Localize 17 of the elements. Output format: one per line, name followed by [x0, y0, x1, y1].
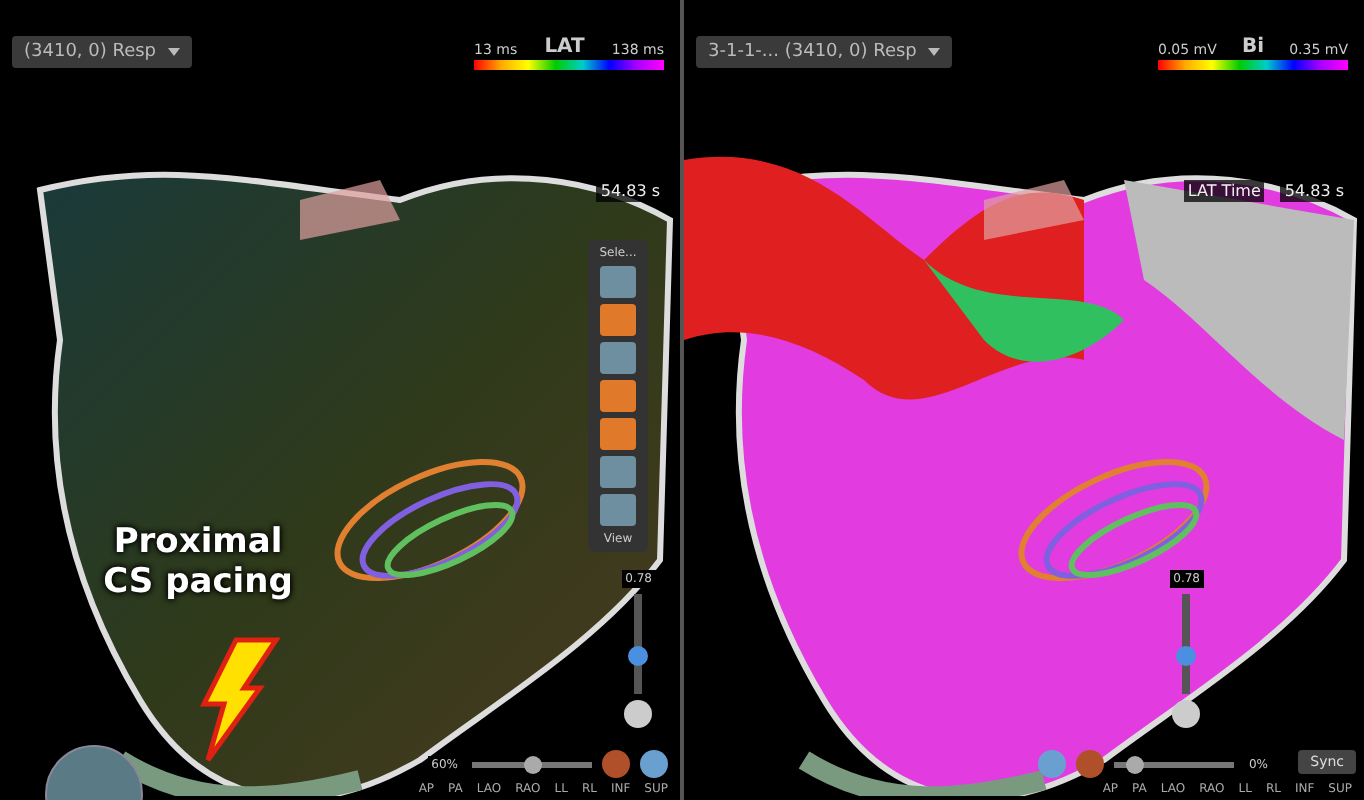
chevron-down-icon	[928, 48, 941, 56]
scale-title: Bi	[1241, 36, 1265, 58]
time-value: 54.83 s	[596, 180, 664, 202]
zoom-slider-thumb[interactable]	[523, 755, 541, 773]
opacity-slider-thumb[interactable]	[628, 646, 649, 666]
time-label: LAT Time	[1183, 180, 1265, 202]
scale-title: LAT	[544, 36, 585, 58]
view-round-button[interactable]	[624, 700, 653, 728]
view-round-button[interactable]	[1172, 700, 1201, 728]
chevron-down-icon	[168, 48, 181, 56]
map-selector-dropdown[interactable]: 3-1-1-... (3410, 0) Resp	[696, 36, 953, 68]
annotation-text: Proximal CS pacing	[101, 524, 295, 603]
view-round-button[interactable]	[640, 750, 668, 778]
zoom-slider-thumb[interactable]	[1125, 755, 1144, 773]
map-selector-dropdown[interactable]: (3410, 0) Resp	[12, 36, 193, 68]
time-value: 54.83 s	[1280, 180, 1348, 202]
lightning-bolt-icon	[196, 636, 280, 764]
